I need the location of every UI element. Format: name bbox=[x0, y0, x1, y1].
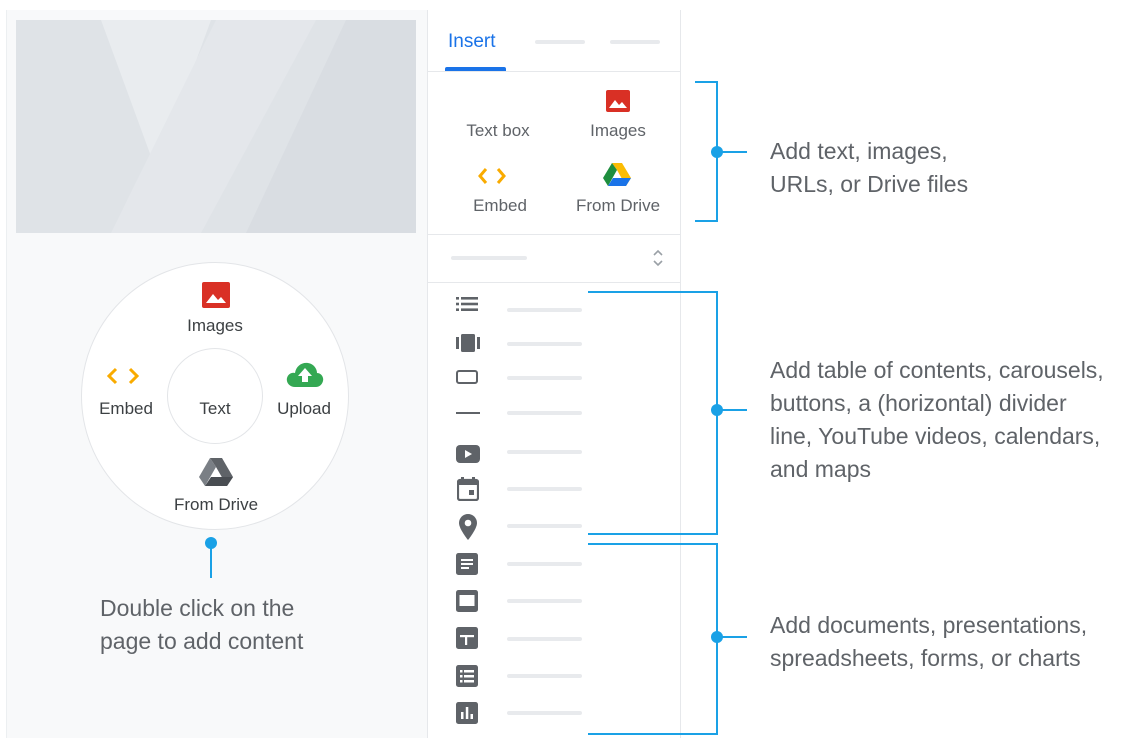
slides-label[interactable] bbox=[507, 599, 582, 603]
annotation-documents: Add documents, presentations, spreadshee… bbox=[770, 612, 1088, 671]
tab-pages[interactable] bbox=[535, 40, 585, 44]
google-drive-icon[interactable] bbox=[603, 162, 631, 187]
radial-from-drive-label[interactable]: From Drive bbox=[160, 495, 272, 515]
calendar-icon[interactable] bbox=[457, 477, 479, 501]
annotation-basic: Add text, images, URLs, or Drive files bbox=[770, 138, 969, 197]
expand-collapse-icon[interactable] bbox=[652, 249, 664, 267]
bracket-documents-dot bbox=[711, 631, 723, 643]
from-drive-button[interactable]: From Drive bbox=[562, 196, 674, 216]
section-header-placeholder[interactable] bbox=[451, 256, 527, 260]
bracket-basic-top bbox=[695, 81, 717, 83]
tab-themes[interactable] bbox=[610, 40, 660, 44]
button-icon[interactable] bbox=[456, 370, 478, 384]
button-label[interactable] bbox=[507, 376, 582, 380]
bracket-elements-top bbox=[588, 291, 717, 293]
sheets-label[interactable] bbox=[507, 637, 582, 641]
divider-icon[interactable] bbox=[456, 411, 480, 415]
radial-center-text-button[interactable] bbox=[167, 348, 263, 444]
bracket-elements-dot bbox=[711, 404, 723, 416]
forms-icon[interactable] bbox=[456, 665, 478, 687]
slides-icon[interactable] bbox=[456, 590, 478, 612]
calendar-label[interactable] bbox=[507, 487, 582, 491]
map-pin-icon[interactable] bbox=[459, 514, 477, 540]
youtube-label[interactable] bbox=[507, 450, 582, 454]
insert-grid-divider bbox=[428, 234, 680, 235]
youtube-icon[interactable] bbox=[456, 445, 480, 463]
charts-label[interactable] bbox=[507, 711, 582, 715]
map-label[interactable] bbox=[507, 524, 582, 528]
embed-button[interactable]: Embed bbox=[452, 196, 548, 216]
docs-label[interactable] bbox=[507, 562, 582, 566]
bracket-documents-bottom bbox=[588, 733, 717, 735]
embed-code-icon[interactable] bbox=[107, 366, 139, 386]
table-of-contents-icon[interactable] bbox=[456, 296, 478, 312]
sheets-icon[interactable] bbox=[456, 627, 478, 649]
radial-text-label[interactable]: Text bbox=[183, 399, 247, 419]
text-box-button[interactable]: Text box bbox=[450, 121, 546, 141]
tab-divider bbox=[428, 71, 680, 72]
divider-label[interactable] bbox=[507, 411, 582, 415]
google-drive-icon[interactable] bbox=[199, 457, 233, 487]
table-of-contents-label[interactable] bbox=[507, 308, 582, 312]
radial-upload-label[interactable]: Upload bbox=[268, 399, 340, 419]
embed-code-icon[interactable] bbox=[478, 167, 506, 185]
bracket-basic-dot bbox=[711, 146, 723, 158]
bracket-basic-bottom bbox=[695, 220, 717, 222]
docs-icon[interactable] bbox=[456, 553, 478, 575]
forms-label[interactable] bbox=[507, 674, 582, 678]
bracket-elements-bottom bbox=[588, 533, 717, 535]
canvas-caption: Double click on the page to add content bbox=[100, 595, 304, 654]
carousel-label[interactable] bbox=[507, 342, 582, 346]
annotation-elements: Add table of contents, carousels, button… bbox=[770, 357, 1104, 482]
tab-insert[interactable]: Insert bbox=[448, 31, 496, 53]
bracket-documents-top bbox=[588, 543, 717, 545]
carousel-icon[interactable] bbox=[456, 334, 480, 352]
image-icon[interactable] bbox=[202, 282, 230, 308]
radial-images-label[interactable]: Images bbox=[173, 316, 257, 336]
images-button[interactable]: Images bbox=[570, 121, 666, 141]
caption-pointer-line bbox=[210, 544, 212, 578]
header-image bbox=[16, 20, 416, 233]
image-icon[interactable] bbox=[606, 90, 630, 112]
radial-embed-label[interactable]: Embed bbox=[88, 399, 164, 419]
cloud-upload-icon[interactable] bbox=[286, 360, 324, 388]
section-divider bbox=[428, 282, 680, 283]
charts-icon[interactable] bbox=[456, 702, 478, 724]
